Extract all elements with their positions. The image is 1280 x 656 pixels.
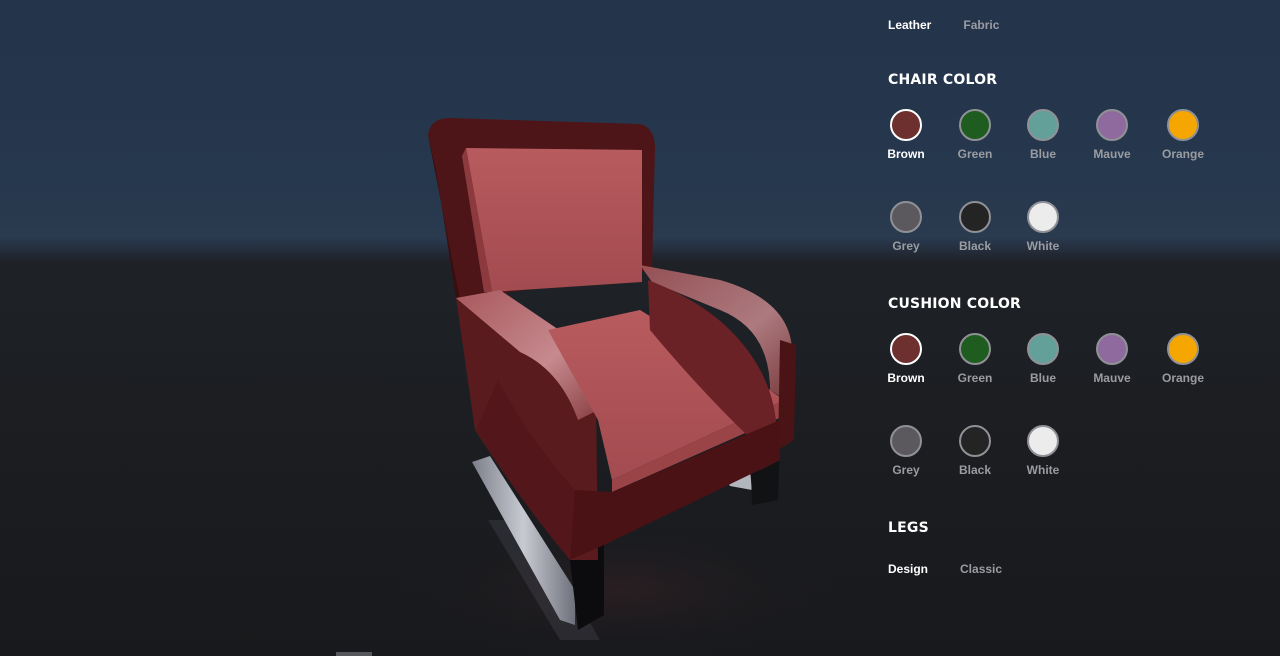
cushion-color-swatch-orange[interactable]: Orange xyxy=(1153,333,1213,385)
chair-color-heading: CHAIR COLOR xyxy=(888,72,998,88)
chair-color-swatch-black[interactable]: Black xyxy=(945,201,1005,253)
color-circle xyxy=(1027,201,1059,233)
color-circle xyxy=(959,201,991,233)
tab-legs-classic[interactable]: Classic xyxy=(960,562,1002,576)
swatch-label: Mauve xyxy=(1093,371,1131,385)
cushion-color-swatch-green[interactable]: Green xyxy=(945,333,1005,385)
tab-fabric[interactable]: Fabric xyxy=(963,18,999,32)
chair-color-swatch-orange[interactable]: Orange xyxy=(1153,109,1213,161)
color-circle xyxy=(1167,109,1199,141)
swatch-label: Blue xyxy=(1029,371,1056,385)
material-tabs: Leather Fabric xyxy=(888,18,999,32)
swatch-label: Green xyxy=(957,147,993,161)
color-circle xyxy=(890,109,922,141)
color-circle xyxy=(1096,109,1128,141)
cushion-color-swatch-grey[interactable]: Grey xyxy=(876,425,936,477)
swatch-label: Brown xyxy=(887,147,925,161)
chair-color-swatch-mauve[interactable]: Mauve xyxy=(1082,109,1142,161)
swatch-label: Orange xyxy=(1161,147,1204,161)
cushion-color-swatch-mauve[interactable]: Mauve xyxy=(1082,333,1142,385)
configurator-panel: Leather Fabric CHAIR COLOR Brown Green Blu… xyxy=(887,0,1268,656)
color-circle xyxy=(1027,109,1059,141)
swatch-label: Mauve xyxy=(1093,147,1131,161)
color-circle xyxy=(890,333,922,365)
color-circle xyxy=(1027,333,1059,365)
swatch-label: Green xyxy=(957,371,993,385)
cushion-color-swatch-blue[interactable]: Blue xyxy=(1013,333,1073,385)
color-circle xyxy=(1027,425,1059,457)
color-circle xyxy=(959,425,991,457)
chair-color-swatch-blue[interactable]: Blue xyxy=(1013,109,1073,161)
swatch-label: Orange xyxy=(1161,371,1204,385)
chair-color-swatch-green[interactable]: Green xyxy=(945,109,1005,161)
swatch-label: Grey xyxy=(892,239,920,253)
swatch-label: White xyxy=(1026,239,1060,253)
chair-color-swatch-brown[interactable]: Brown xyxy=(876,109,936,161)
color-circle xyxy=(890,425,922,457)
color-circle xyxy=(959,109,991,141)
chair-color-swatch-white[interactable]: White xyxy=(1013,201,1073,253)
color-circle xyxy=(959,333,991,365)
cushion-color-swatch-white[interactable]: White xyxy=(1013,425,1073,477)
horizontal-scrollbar-thumb[interactable] xyxy=(336,652,372,656)
swatch-label: Grey xyxy=(892,463,920,477)
color-circle xyxy=(1096,333,1128,365)
color-circle xyxy=(1167,333,1199,365)
legs-tabs: Design Classic xyxy=(888,562,1002,576)
color-circle xyxy=(890,201,922,233)
chair-color-swatch-grey[interactable]: Grey xyxy=(876,201,936,253)
swatch-label: Brown xyxy=(887,371,925,385)
swatch-label: White xyxy=(1026,463,1060,477)
tab-legs-design[interactable]: Design xyxy=(888,562,928,576)
legs-heading: LEGS xyxy=(888,520,929,536)
tab-leather[interactable]: Leather xyxy=(888,18,931,32)
swatch-label: Black xyxy=(958,239,992,253)
cushion-color-swatch-black[interactable]: Black xyxy=(945,425,1005,477)
swatch-label: Black xyxy=(958,463,992,477)
swatch-label: Blue xyxy=(1029,147,1056,161)
cushion-color-heading: CUSHION COLOR xyxy=(888,296,1022,312)
cushion-color-swatch-brown[interactable]: Brown xyxy=(876,333,936,385)
